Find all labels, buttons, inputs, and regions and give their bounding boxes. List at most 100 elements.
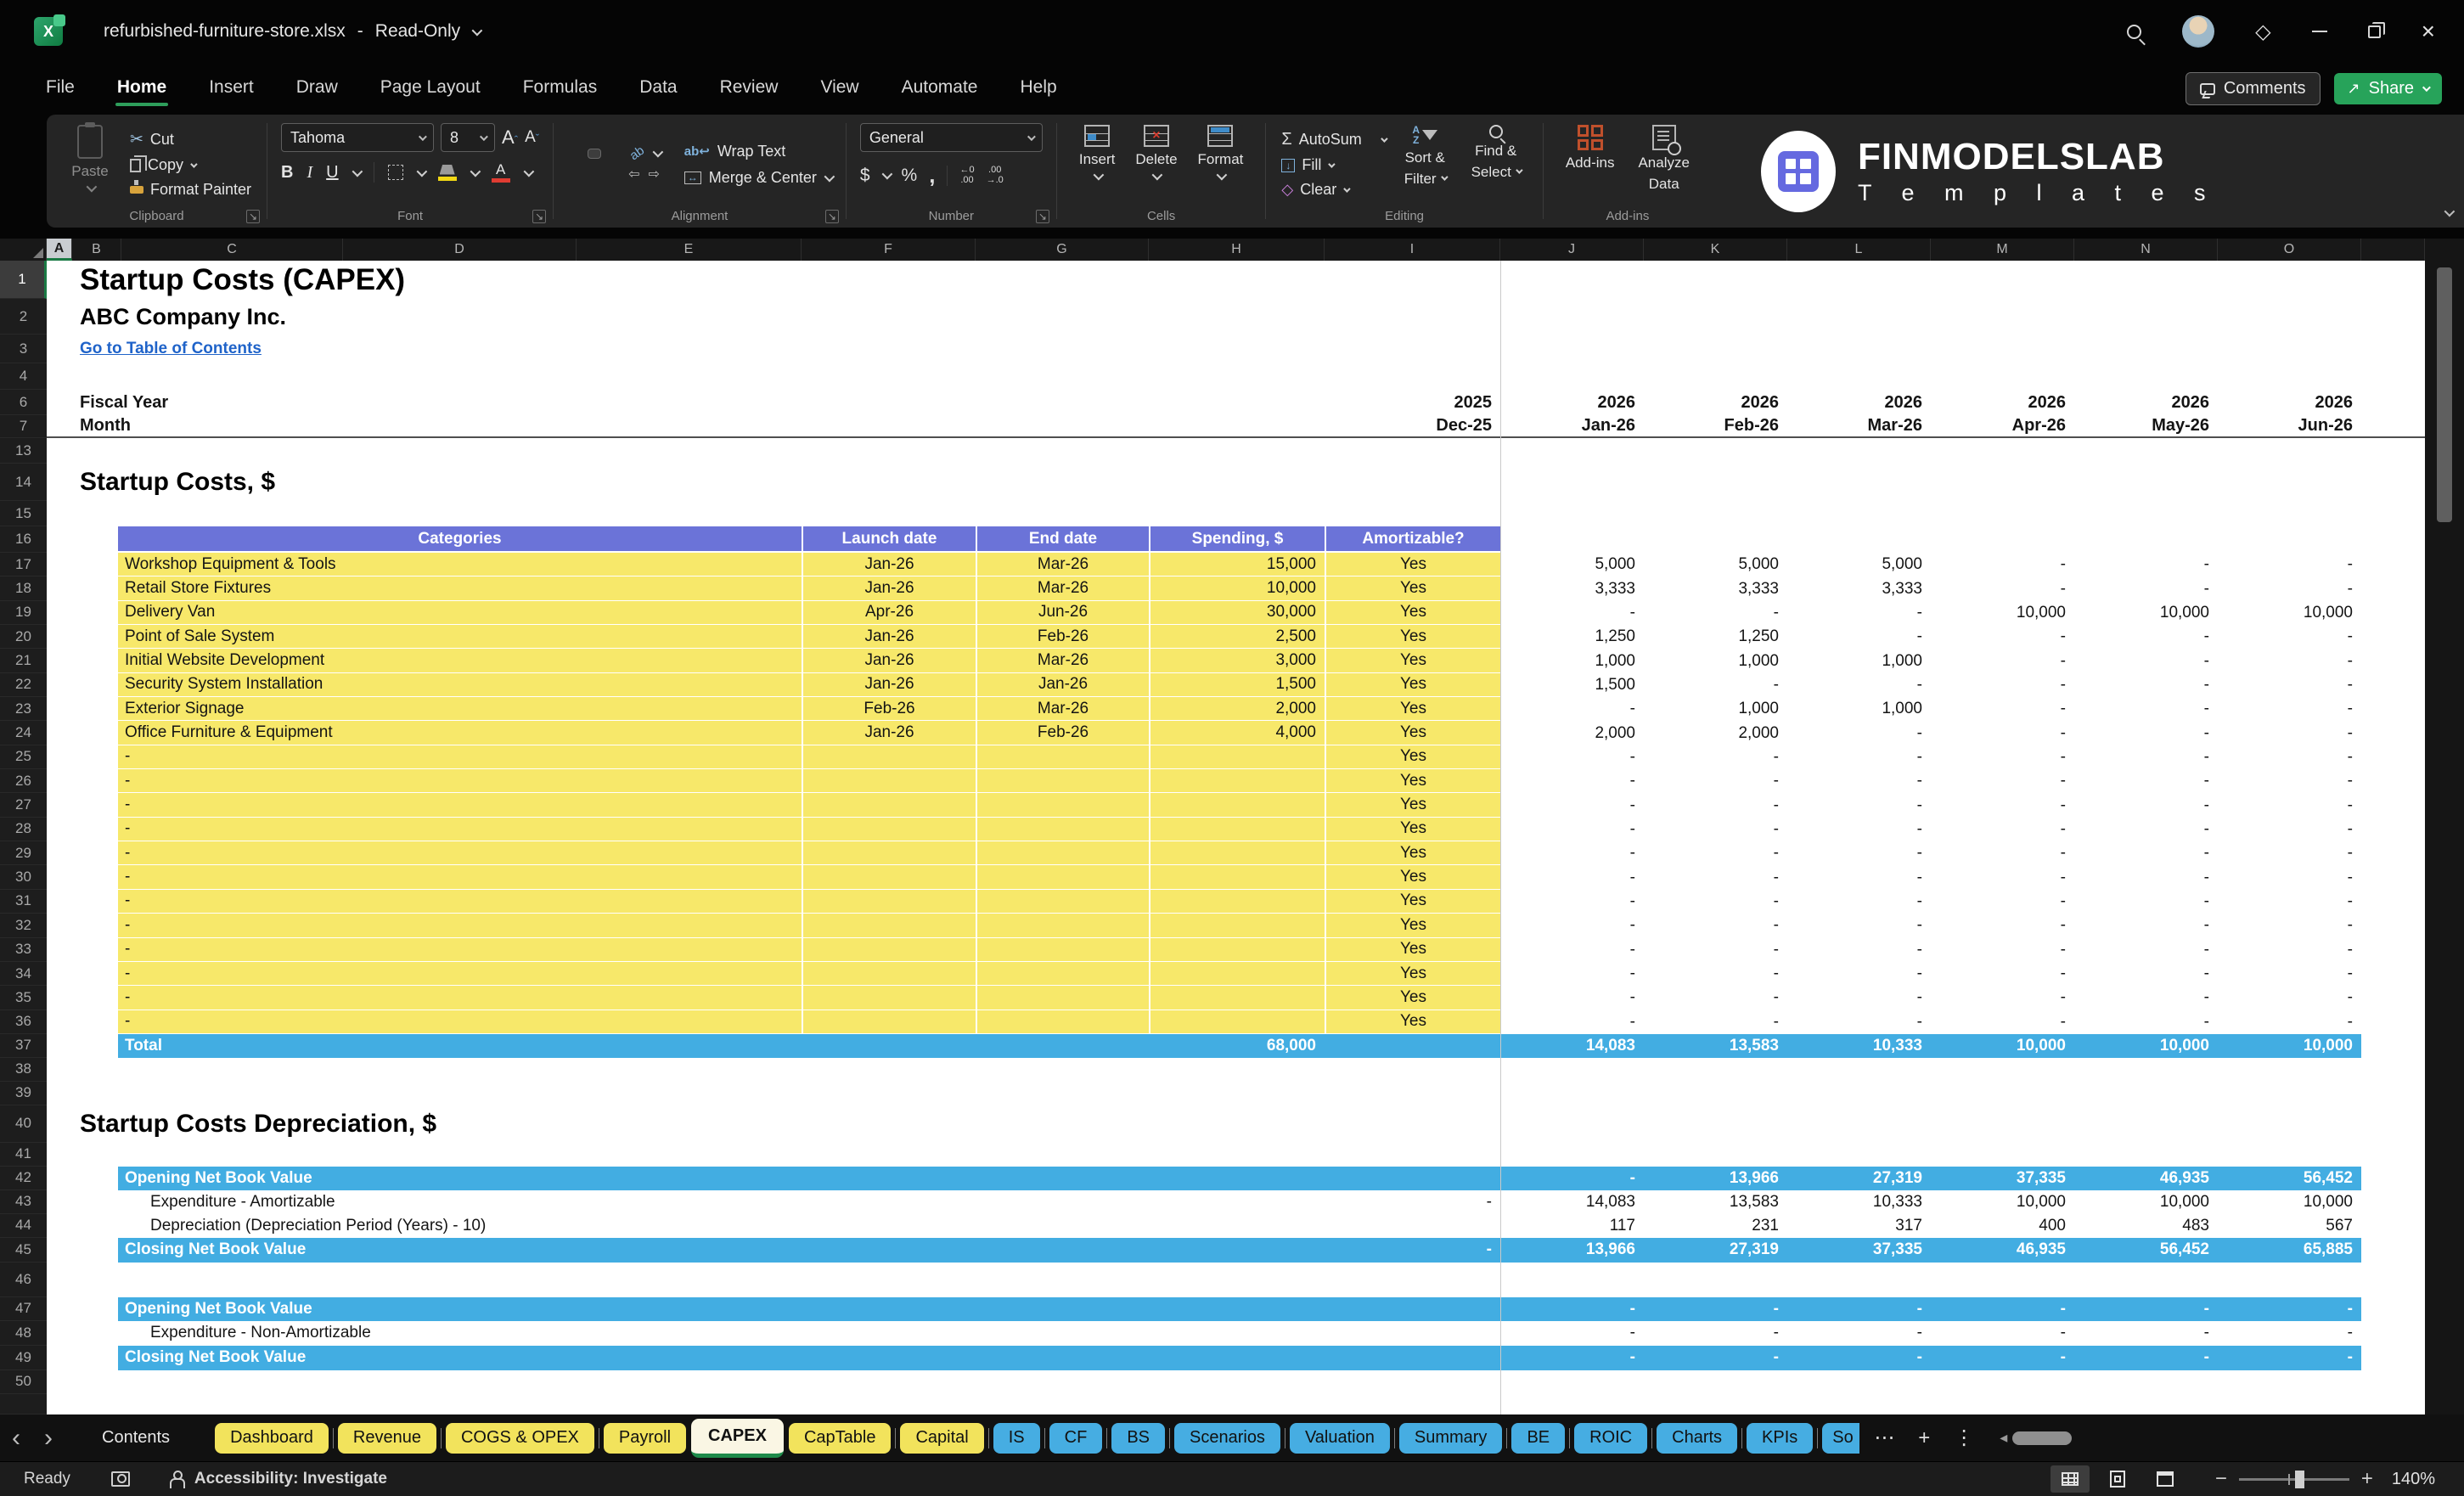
cell-value[interactable]: May-26 <box>2074 415 2218 436</box>
cell-month-value[interactable]: - <box>2074 865 2218 889</box>
cell-end-date[interactable]: Feb-26 <box>976 721 1149 745</box>
cell-launch-date[interactable]: Jan-26 <box>802 672 976 698</box>
vertical-scrollbar-thumb[interactable] <box>2437 267 2452 522</box>
premium-gem-icon[interactable]: ◇ <box>2255 20 2270 44</box>
cell-month-value[interactable]: - <box>1500 793 1644 817</box>
page-layout-view-button[interactable] <box>2098 1465 2137 1493</box>
cell-launch-date[interactable]: Jan-26 <box>802 649 976 673</box>
cell-month-value[interactable]: - <box>1787 962 1931 986</box>
sheet-tab-scenarios[interactable]: Scenarios <box>1174 1422 1280 1454</box>
cell-launch-date[interactable] <box>802 889 976 914</box>
clipboard-dialog-launcher[interactable]: ↘ <box>246 210 261 223</box>
cell-label[interactable]: Month <box>47 415 1325 436</box>
cell-spending[interactable] <box>1149 745 1325 770</box>
row-header-14[interactable]: 14 <box>0 464 47 501</box>
cell-dep-value[interactable]: - <box>1325 1237 1500 1263</box>
restore-button[interactable] <box>2367 21 2385 38</box>
cell-launch-date[interactable] <box>802 986 976 1010</box>
tab-draw[interactable]: Draw <box>295 70 340 108</box>
row-header-37[interactable]: 37 <box>0 1033 47 1058</box>
cell-dep-value[interactable]: 27,319 <box>1787 1166 1931 1190</box>
cell-month-value[interactable]: 1,000 <box>1644 649 1787 672</box>
cell-category[interactable]: - <box>118 1010 802 1034</box>
cell-category[interactable]: - <box>118 841 802 866</box>
row-header-35[interactable]: 35 <box>0 986 47 1010</box>
cell-month-value[interactable]: - <box>1500 914 1644 937</box>
cell-amortizable[interactable]: Yes <box>1325 1010 1500 1034</box>
zoom-slider-thumb[interactable] <box>2294 1470 2304 1488</box>
cell-month-value[interactable]: - <box>1787 865 1931 889</box>
cell-dep-value[interactable]: - <box>1644 1345 1787 1370</box>
comments-button[interactable]: Comments <box>2185 72 2321 105</box>
cell-spending[interactable] <box>1149 793 1325 818</box>
row-header-47[interactable]: 47 <box>0 1296 47 1321</box>
cell-dep-value[interactable]: 317 <box>1787 1214 1931 1238</box>
find-select-button[interactable]: Find & Select <box>1463 123 1529 205</box>
cell-end-date[interactable] <box>976 745 1149 770</box>
cell-end-date[interactable] <box>976 793 1149 818</box>
row-header-18[interactable]: 18 <box>0 576 47 601</box>
row-header-40[interactable]: 40 <box>0 1105 47 1143</box>
row-header-20[interactable]: 20 <box>0 625 47 650</box>
cell-month-value[interactable]: 5,000 <box>1644 553 1787 576</box>
chevron-down-icon[interactable] <box>652 146 664 158</box>
cell-month-value[interactable]: - <box>1644 986 1787 1010</box>
sheet-tab-valuation[interactable]: Valuation <box>1289 1422 1390 1454</box>
cell-month-value[interactable]: - <box>1931 865 2074 889</box>
cell-month-value[interactable]: - <box>2218 625 2361 649</box>
cell-dep-value[interactable]: - <box>2218 1296 2361 1321</box>
cell-month-value[interactable]: - <box>2074 818 2218 841</box>
select-all-corner[interactable] <box>0 239 47 261</box>
close-button[interactable]: × <box>2422 20 2435 43</box>
row-header-43[interactable]: 43 <box>0 1189 47 1214</box>
cell-amortizable[interactable]: Yes <box>1325 625 1500 650</box>
cell-dep-value[interactable]: 10,000 <box>2074 1190 2218 1214</box>
cell-month-value[interactable]: - <box>2074 962 2218 986</box>
cell-end-date[interactable] <box>976 986 1149 1010</box>
cell-spending[interactable] <box>1149 986 1325 1010</box>
table-header-launch-date[interactable]: Launch date <box>802 526 976 553</box>
cell-month-value[interactable]: - <box>1500 841 1644 865</box>
cell-month-value[interactable]: - <box>1931 697 2074 721</box>
cell-month-value[interactable]: - <box>2218 986 2361 1010</box>
format-painter-button[interactable]: Format Painter <box>128 177 253 202</box>
addins-button[interactable]: Add-ins <box>1557 123 1623 205</box>
cell-month-value[interactable]: - <box>2074 673 2218 697</box>
cell-total-month[interactable]: 10,000 <box>1931 1033 2074 1058</box>
row-header-19[interactable]: 19 <box>0 600 47 626</box>
tab-data[interactable]: Data <box>638 70 678 108</box>
cell-dep-value[interactable]: - <box>2074 1345 2218 1370</box>
cell-dep-label[interactable]: Expenditure - Non-Amortizable <box>118 1321 1325 1346</box>
cell-month-value[interactable]: - <box>1931 649 2074 672</box>
cell-month-value[interactable]: - <box>1931 793 2074 817</box>
cell-total-month[interactable]: 10,000 <box>2218 1033 2361 1058</box>
cell-spending[interactable]: 10,000 <box>1149 576 1325 601</box>
sheet-tab-contents[interactable]: Contents <box>93 1423 178 1454</box>
cell-launch-date[interactable] <box>802 937 976 962</box>
cell-end-date[interactable] <box>976 1010 1149 1034</box>
row-header-38[interactable]: 38 <box>0 1057 47 1082</box>
column-header-I[interactable]: I <box>1325 239 1500 261</box>
cell-dep-value[interactable]: 65,885 <box>2218 1237 2361 1263</box>
sheet-tab-be[interactable]: BE <box>1511 1422 1566 1454</box>
sheet-tab-is[interactable]: IS <box>993 1422 1040 1454</box>
cell-month-value[interactable]: - <box>1500 962 1644 986</box>
cell-month-value[interactable]: 1,000 <box>1787 649 1931 672</box>
cell-value[interactable]: 2026 <box>1644 390 1787 415</box>
cell-month-value[interactable]: - <box>2074 1010 2218 1034</box>
tab-automate[interactable]: Automate <box>900 70 980 108</box>
cell-amortizable[interactable]: Yes <box>1325 600 1500 626</box>
column-header-O[interactable]: O <box>2218 239 2361 261</box>
row-header-24[interactable]: 24 <box>0 721 47 745</box>
cell-dep-value[interactable] <box>1325 1321 1500 1346</box>
cell-month-value[interactable]: - <box>1931 841 2074 865</box>
cell-month-value[interactable]: - <box>1644 818 1787 841</box>
cell-spending[interactable]: 3,000 <box>1149 649 1325 673</box>
cell-dep-value[interactable]: 37,335 <box>1787 1237 1931 1263</box>
cell-month-value[interactable]: - <box>1787 745 1931 769</box>
normal-view-button[interactable] <box>2050 1465 2090 1493</box>
increase-indent-button[interactable]: ⇨ <box>649 166 660 183</box>
vertical-scrollbar[interactable] <box>2425 239 2464 1414</box>
cell-month-value[interactable]: - <box>1931 769 2074 793</box>
cell-amortizable[interactable]: Yes <box>1325 649 1500 673</box>
